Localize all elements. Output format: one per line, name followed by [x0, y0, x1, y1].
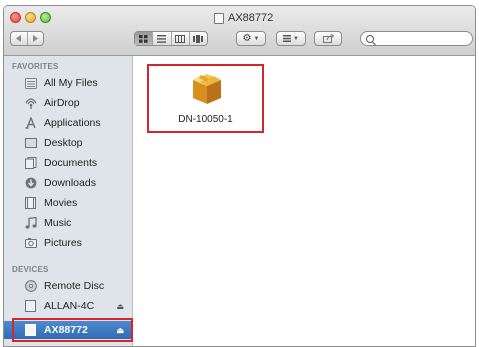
- sidebar-item-label: Movies: [44, 197, 78, 209]
- airdrop-icon: [24, 97, 37, 110]
- minimize-button[interactable]: [25, 12, 36, 23]
- sidebar: FAVORITES All My Files AirDrop Applicati…: [4, 56, 133, 346]
- window-title: AX88772: [214, 12, 273, 24]
- search-icon: [366, 34, 374, 43]
- eject-icon[interactable]: ⏏: [116, 326, 124, 335]
- forward-button[interactable]: [26, 32, 44, 45]
- chevron-down-icon: ▼: [253, 35, 260, 42]
- icon-view-icon: [139, 34, 148, 43]
- favorites-header: FAVORITES: [12, 62, 59, 71]
- drive-icon: [24, 324, 37, 337]
- chevron-left-icon: [15, 35, 21, 42]
- column-view-button[interactable]: [170, 32, 189, 45]
- sidebar-item-documents[interactable]: Documents: [4, 154, 132, 172]
- sidebar-item-airdrop[interactable]: AirDrop: [4, 94, 132, 112]
- sidebar-item-label: Documents: [44, 157, 98, 169]
- share-icon: [322, 34, 334, 43]
- sidebar-item-label: Downloads: [44, 177, 96, 189]
- sidebar-item-label: Pictures: [44, 237, 82, 249]
- chevron-right-icon: [33, 35, 39, 42]
- sidebar-item-label: ALLAN-4C: [44, 300, 95, 312]
- drive-icon: [214, 12, 224, 24]
- sidebar-item-pictures[interactable]: Pictures: [4, 234, 132, 252]
- sidebar-item-all-my-files[interactable]: All My Files: [4, 74, 132, 92]
- movies-icon: [24, 197, 37, 210]
- column-view-icon: [175, 34, 186, 43]
- applications-icon: [24, 117, 37, 130]
- view-mode-control: [134, 31, 208, 46]
- sidebar-item-label: Music: [44, 217, 72, 229]
- pictures-icon: [24, 237, 37, 250]
- documents-icon: [24, 157, 37, 170]
- zoom-button[interactable]: [40, 12, 51, 23]
- search-field[interactable]: [360, 31, 473, 46]
- close-button[interactable]: [10, 12, 21, 23]
- music-icon: [24, 217, 37, 230]
- file-item[interactable]: DN-10050-1: [147, 64, 264, 133]
- package-icon: [193, 74, 221, 104]
- title-toolbar: AX88772 ⚙ ▼ ▼: [4, 6, 475, 56]
- share-button[interactable]: [314, 31, 342, 46]
- sidebar-item-downloads[interactable]: Downloads: [4, 174, 132, 192]
- coverflow-view-button[interactable]: [188, 32, 207, 45]
- sidebar-item-music[interactable]: Music: [4, 214, 132, 232]
- nav-buttons: [10, 31, 44, 46]
- file-name: DN-10050-1: [178, 114, 233, 125]
- arrange-icon: [283, 35, 292, 42]
- file-browser-content: DN-10050-1: [133, 56, 475, 346]
- sidebar-item-label: Applications: [44, 117, 101, 129]
- gear-icon: ⚙: [242, 33, 252, 44]
- back-button[interactable]: [11, 32, 27, 45]
- eject-icon[interactable]: ⏏: [116, 302, 124, 311]
- icon-view-button[interactable]: [135, 32, 153, 45]
- action-button[interactable]: ⚙ ▼: [236, 31, 266, 46]
- all-files-icon: [24, 77, 37, 90]
- window-title-text: AX88772: [228, 12, 274, 24]
- remote-disc-icon: [24, 280, 37, 293]
- sidebar-item-allan-4c[interactable]: ALLAN-4C ⏏: [4, 297, 132, 315]
- coverflow-view-icon: [193, 34, 204, 43]
- downloads-icon: [24, 177, 37, 190]
- arrange-button[interactable]: ▼: [276, 31, 306, 46]
- desktop-icon: [24, 137, 37, 150]
- sidebar-item-label: AX88772: [44, 324, 88, 336]
- devices-header: DEVICES: [12, 265, 49, 274]
- sidebar-item-applications[interactable]: Applications: [4, 114, 132, 132]
- sidebar-item-movies[interactable]: Movies: [4, 194, 132, 212]
- sidebar-item-desktop[interactable]: Desktop: [4, 134, 132, 152]
- sidebar-item-remote-disc[interactable]: Remote Disc: [4, 277, 132, 295]
- sidebar-item-label: Desktop: [44, 137, 83, 149]
- finder-window: AX88772 ⚙ ▼ ▼ FAVORITES All My Files Air…: [3, 5, 476, 347]
- window-controls: [10, 12, 51, 23]
- list-view-icon: [157, 34, 167, 43]
- sidebar-item-label: Remote Disc: [44, 280, 105, 292]
- drive-icon: [24, 300, 37, 313]
- list-view-button[interactable]: [152, 32, 170, 45]
- sidebar-item-label: AirDrop: [44, 97, 80, 109]
- sidebar-item-ax88772[interactable]: AX88772 ⏏: [4, 321, 132, 339]
- chevron-down-icon: ▼: [293, 35, 299, 42]
- sidebar-item-label: All My Files: [44, 77, 98, 89]
